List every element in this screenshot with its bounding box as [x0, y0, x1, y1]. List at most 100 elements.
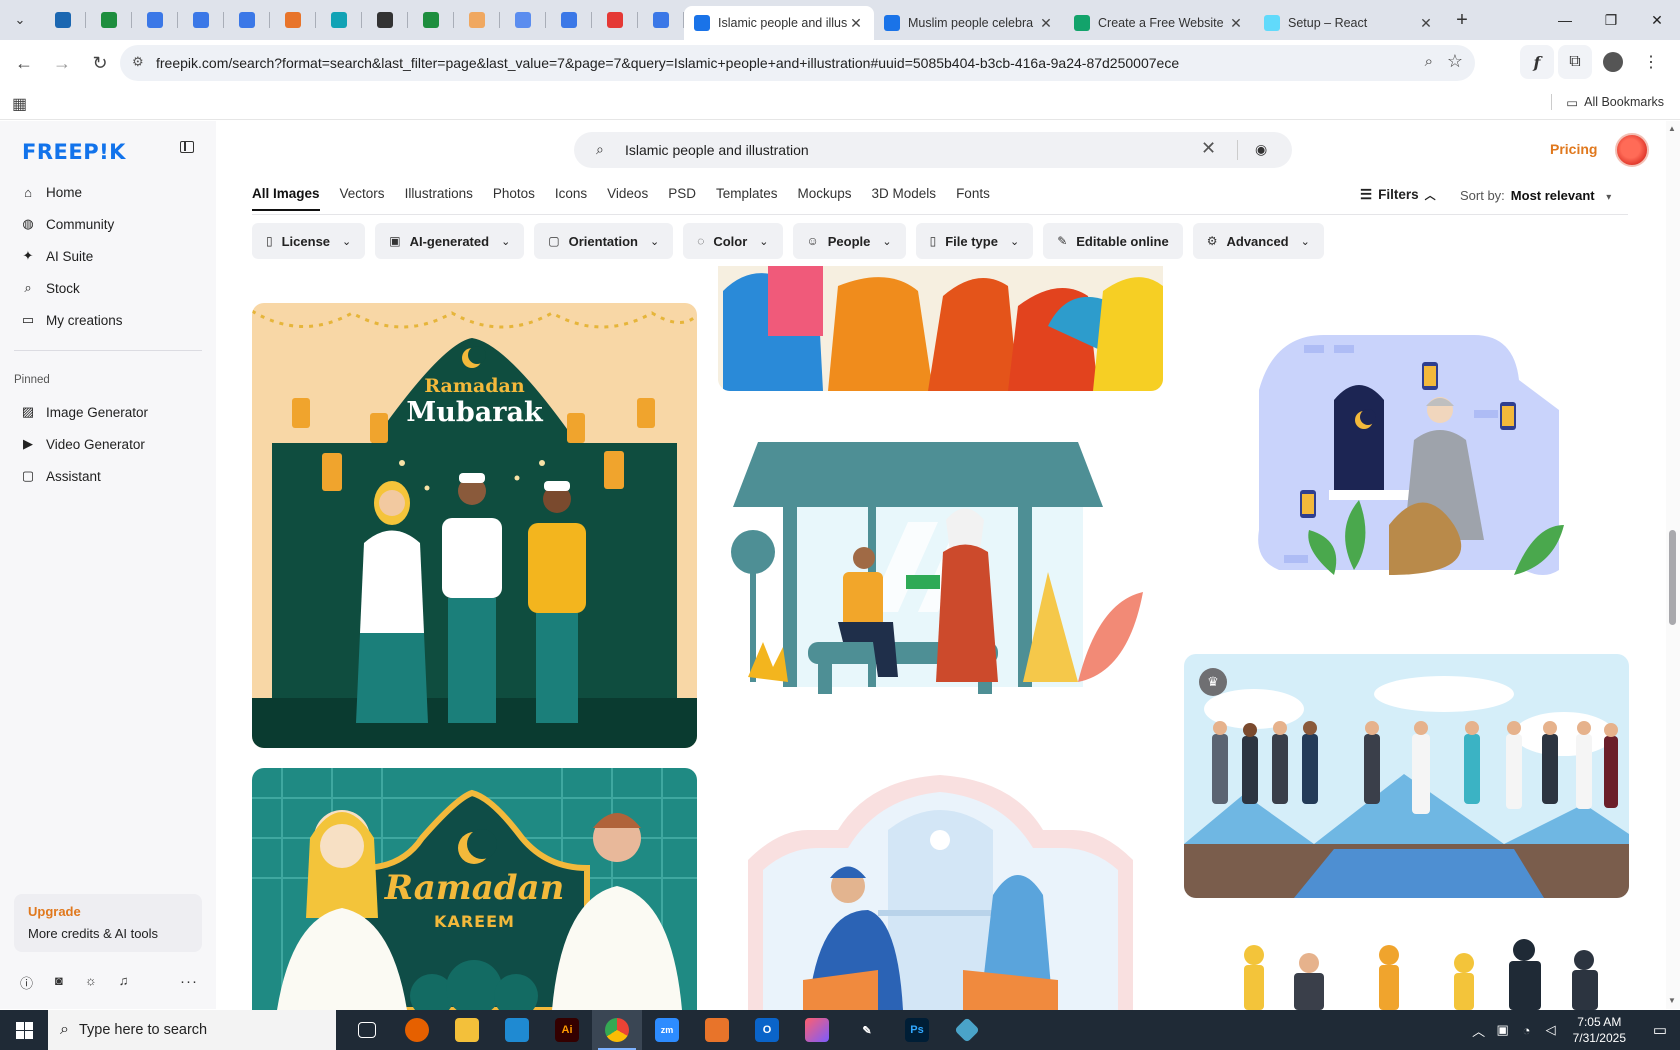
- extension-icon[interactable]: f: [1520, 45, 1554, 79]
- profile-icon[interactable]: [1596, 45, 1630, 79]
- app-icon[interactable]: [692, 1010, 742, 1050]
- puzzle-icon[interactable]: ⧉: [1558, 45, 1592, 79]
- new-tab-button[interactable]: +: [1444, 9, 1480, 32]
- vscode-icon[interactable]: [492, 1010, 542, 1050]
- result-card-reading-quran[interactable]: [1184, 290, 1629, 600]
- search-bar[interactable]: ⌕ Islamic people and illustration ✕ ◉: [574, 132, 1292, 168]
- discord-icon[interactable]: ◙: [55, 973, 63, 992]
- chrome-icon[interactable]: [592, 1010, 642, 1050]
- zoom-app-icon[interactable]: zm: [642, 1010, 692, 1050]
- close-tab-icon[interactable]: ✕: [1228, 15, 1244, 32]
- upgrade-card[interactable]: Upgrade More credits & AI tools: [14, 894, 202, 952]
- pinned-tab[interactable]: [224, 0, 270, 40]
- close-tab-icon[interactable]: ✕: [848, 15, 864, 32]
- pricing-link[interactable]: Pricing: [1550, 141, 1597, 157]
- tab-3d-models[interactable]: 3D Models: [872, 186, 937, 211]
- creative-cloud-icon[interactable]: [792, 1010, 842, 1050]
- pinned-tab[interactable]: [40, 0, 86, 40]
- chevron-up-icon[interactable]: ︿: [1467, 1021, 1491, 1040]
- tab-templates[interactable]: Templates: [716, 186, 778, 211]
- filter-chip-file-type[interactable]: ▯ File type ⌄: [915, 223, 1034, 259]
- result-card-ramadan-kareem[interactable]: Ramadan KAREEM: [252, 768, 697, 1010]
- browser-tab[interactable]: Setup – React ✕: [1254, 6, 1444, 40]
- address-bar[interactable]: ⚙ freepik.com/search?format=search&last_…: [120, 45, 1475, 81]
- sort-dropdown[interactable]: Sort by: Most relevant ▾: [1460, 188, 1611, 203]
- sidebar-item-image-generator[interactable]: ▨ Image Generator: [20, 398, 200, 426]
- tab-all-images[interactable]: All Images: [252, 186, 320, 211]
- pinned-tab[interactable]: [500, 0, 546, 40]
- minimize-icon[interactable]: —: [1542, 0, 1588, 40]
- pen-tool-icon[interactable]: ✎: [842, 1010, 892, 1050]
- filter-chip-color[interactable]: ◌ Color ⌄: [683, 223, 783, 259]
- all-bookmarks-button[interactable]: ▭ All Bookmarks: [1551, 94, 1664, 110]
- browser-tab[interactable]: Create a Free Website | ✕: [1064, 6, 1254, 40]
- sidebar-item-stock[interactable]: ⌕ Stock: [20, 274, 200, 302]
- site-info-icon[interactable]: ⚙: [132, 54, 144, 70]
- result-card-reading-scene[interactable]: [718, 770, 1163, 1010]
- volume-icon[interactable]: ◁: [1539, 1022, 1563, 1038]
- pinned-tab[interactable]: [592, 0, 638, 40]
- tab-search-icon[interactable]: ⌄: [0, 0, 40, 40]
- sidebar-item-assistant[interactable]: ▢ Assistant: [20, 462, 200, 490]
- result-card-muslim-people[interactable]: [1184, 925, 1629, 1010]
- tab-mockups[interactable]: Mockups: [798, 186, 852, 211]
- filter-chip-license[interactable]: ▯ License ⌄: [252, 223, 366, 259]
- illustrator-icon[interactable]: Ai: [542, 1010, 592, 1050]
- taskbar-search[interactable]: ⌕ Type here to search: [48, 1010, 336, 1050]
- result-card-ramadan-mubarak[interactable]: Ramadan Mubarak: [252, 303, 697, 748]
- tab-vectors[interactable]: Vectors: [340, 186, 385, 211]
- network-icon[interactable]: ▣: [1491, 1022, 1515, 1038]
- help-icon[interactable]: ⓘ: [20, 973, 33, 992]
- photoshop-icon[interactable]: Ps: [892, 1010, 942, 1050]
- result-card-bench-scene[interactable]: [718, 412, 1163, 722]
- collapse-sidebar-icon[interactable]: [180, 141, 194, 153]
- freepik-logo[interactable]: FREEP!K: [22, 140, 126, 164]
- tab-videos[interactable]: Videos: [607, 186, 648, 211]
- tab-illustrations[interactable]: Illustrations: [405, 186, 473, 211]
- search-input[interactable]: Islamic people and illustration: [625, 142, 809, 158]
- pinned-tab[interactable]: [178, 0, 224, 40]
- sidebar-item-home[interactable]: ⌂ Home: [20, 178, 200, 206]
- sidebar-item-video-generator[interactable]: ▶ Video Generator: [20, 430, 200, 458]
- bell-icon[interactable]: ♫: [119, 973, 129, 992]
- pinned-tab[interactable]: [316, 0, 362, 40]
- close-tab-icon[interactable]: ✕: [1038, 15, 1054, 32]
- zoom-icon[interactable]: ⌕: [1425, 53, 1433, 70]
- pinned-tab[interactable]: [408, 0, 454, 40]
- reload-icon[interactable]: ↻: [82, 45, 118, 81]
- filter-chip-advanced[interactable]: ⚙ Advanced ⌄: [1192, 223, 1324, 259]
- wifi-icon[interactable]: ◔: [1515, 1023, 1539, 1038]
- tab-fonts[interactable]: Fonts: [956, 186, 990, 211]
- pinned-tab[interactable]: [270, 0, 316, 40]
- result-card-crowd[interactable]: [718, 266, 1163, 391]
- browser-tab[interactable]: Muslim people celebra ✕: [874, 6, 1064, 40]
- sidebar-item-community[interactable]: ◍ Community: [20, 210, 200, 238]
- filter-chip-people[interactable]: ☺ People ⌄: [792, 223, 906, 259]
- firefox-icon[interactable]: [392, 1010, 442, 1050]
- clock[interactable]: 7:05 AM 7/31/2025: [1573, 1014, 1626, 1046]
- file-explorer-icon[interactable]: [442, 1010, 492, 1050]
- app-icon[interactable]: [942, 1010, 992, 1050]
- kebab-menu-icon[interactable]: ⋮: [1634, 45, 1668, 79]
- back-icon[interactable]: ←: [6, 45, 42, 81]
- filters-button[interactable]: ☰ Filters ︿: [1360, 187, 1436, 203]
- scrollbar-thumb[interactable]: [1669, 530, 1676, 625]
- pinned-tab[interactable]: [362, 0, 408, 40]
- sidebar-item-my-creations[interactable]: ▭ My creations: [20, 306, 200, 334]
- camera-icon[interactable]: ◉: [1255, 141, 1267, 158]
- filter-chip-orientation[interactable]: ▢ Orientation ⌄: [534, 223, 674, 259]
- tab-icons[interactable]: Icons: [555, 186, 587, 211]
- pinned-tab[interactable]: [638, 0, 684, 40]
- forward-icon[interactable]: →: [44, 45, 80, 81]
- start-button[interactable]: [0, 1010, 48, 1050]
- scroll-down-icon[interactable]: ▼: [1668, 996, 1676, 1005]
- filter-chip-ai-generated[interactable]: ▣ AI-generated ⌄: [375, 223, 525, 259]
- result-card-business-people[interactable]: [1184, 654, 1629, 898]
- pinned-tab[interactable]: [546, 0, 592, 40]
- close-tab-icon[interactable]: ✕: [1418, 15, 1434, 32]
- filter-chip-editable-online[interactable]: ✎ Editable online: [1043, 223, 1183, 259]
- tab-psd[interactable]: PSD: [668, 186, 696, 211]
- notification-icon[interactable]: ▭: [1640, 1021, 1680, 1039]
- apps-grid-icon[interactable]: ▦: [12, 94, 27, 114]
- scroll-up-icon[interactable]: ▲: [1668, 124, 1676, 133]
